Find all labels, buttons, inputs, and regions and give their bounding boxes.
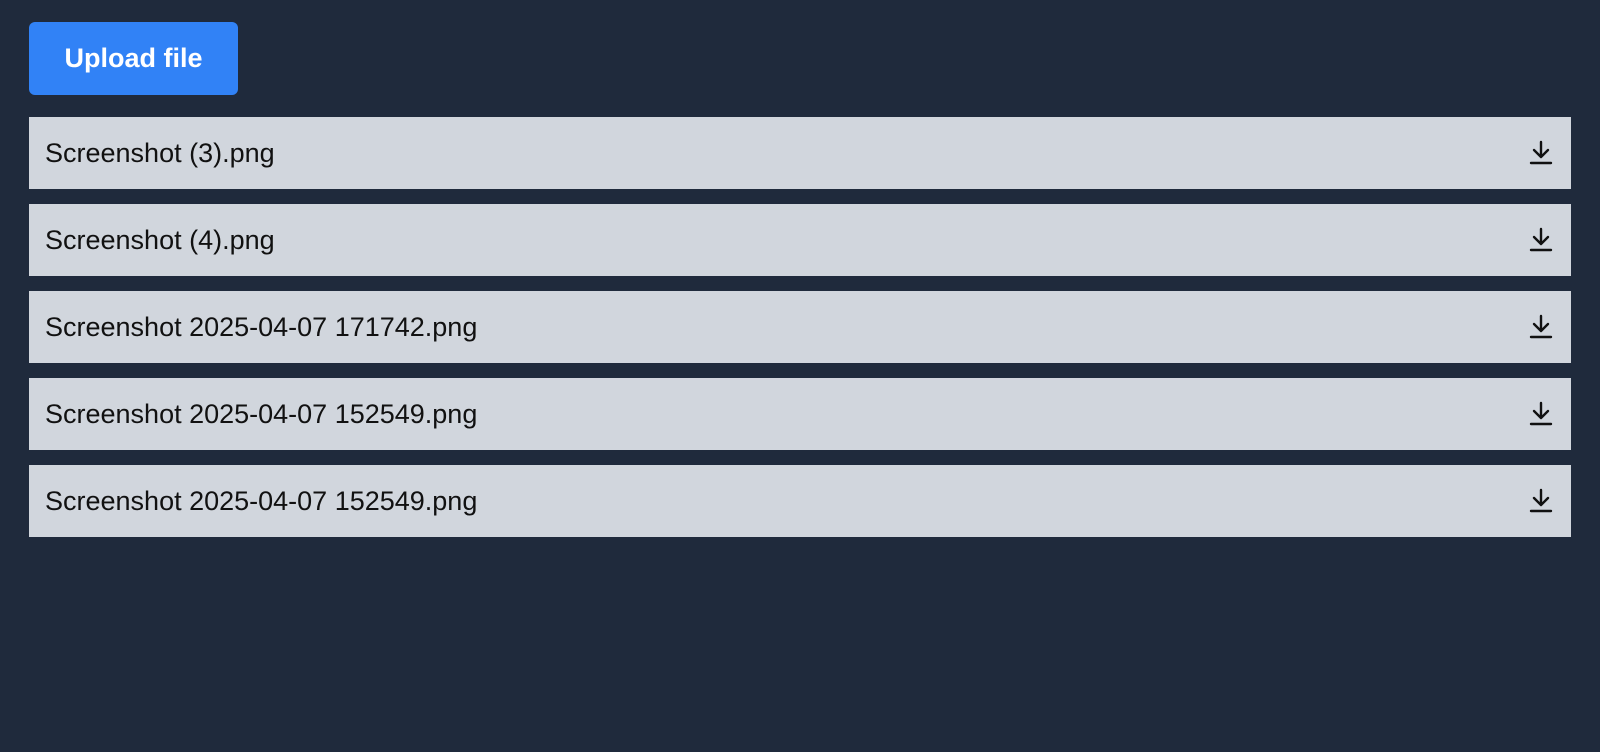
- file-manager: Upload file Screenshot (3).png Screensho…: [0, 0, 1600, 752]
- file-list-item[interactable]: Screenshot (4).png: [29, 204, 1571, 276]
- download-icon: [1529, 488, 1553, 513]
- file-name: Screenshot 2025-04-07 152549.png: [45, 485, 478, 516]
- download-button[interactable]: [1527, 226, 1555, 254]
- file-list-item[interactable]: Screenshot 2025-04-07 152549.png: [29, 465, 1571, 537]
- download-icon: [1529, 314, 1553, 339]
- download-icon: [1529, 140, 1553, 165]
- download-icon: [1529, 227, 1553, 252]
- file-list-item[interactable]: Screenshot (3).png: [29, 117, 1571, 189]
- file-name: Screenshot 2025-04-07 152549.png: [45, 398, 478, 429]
- file-list: Screenshot (3).png Screenshot (4).png Sc…: [29, 117, 1571, 537]
- download-button[interactable]: [1527, 400, 1555, 428]
- file-name: Screenshot (4).png: [45, 224, 275, 255]
- download-button[interactable]: [1527, 139, 1555, 167]
- file-list-item[interactable]: Screenshot 2025-04-07 171742.png: [29, 291, 1571, 363]
- upload-file-button[interactable]: Upload file: [29, 22, 238, 95]
- download-button[interactable]: [1527, 313, 1555, 341]
- file-name: Screenshot (3).png: [45, 137, 275, 168]
- file-list-item[interactable]: Screenshot 2025-04-07 152549.png: [29, 378, 1571, 450]
- download-icon: [1529, 401, 1553, 426]
- file-name: Screenshot 2025-04-07 171742.png: [45, 311, 478, 342]
- download-button[interactable]: [1527, 487, 1555, 515]
